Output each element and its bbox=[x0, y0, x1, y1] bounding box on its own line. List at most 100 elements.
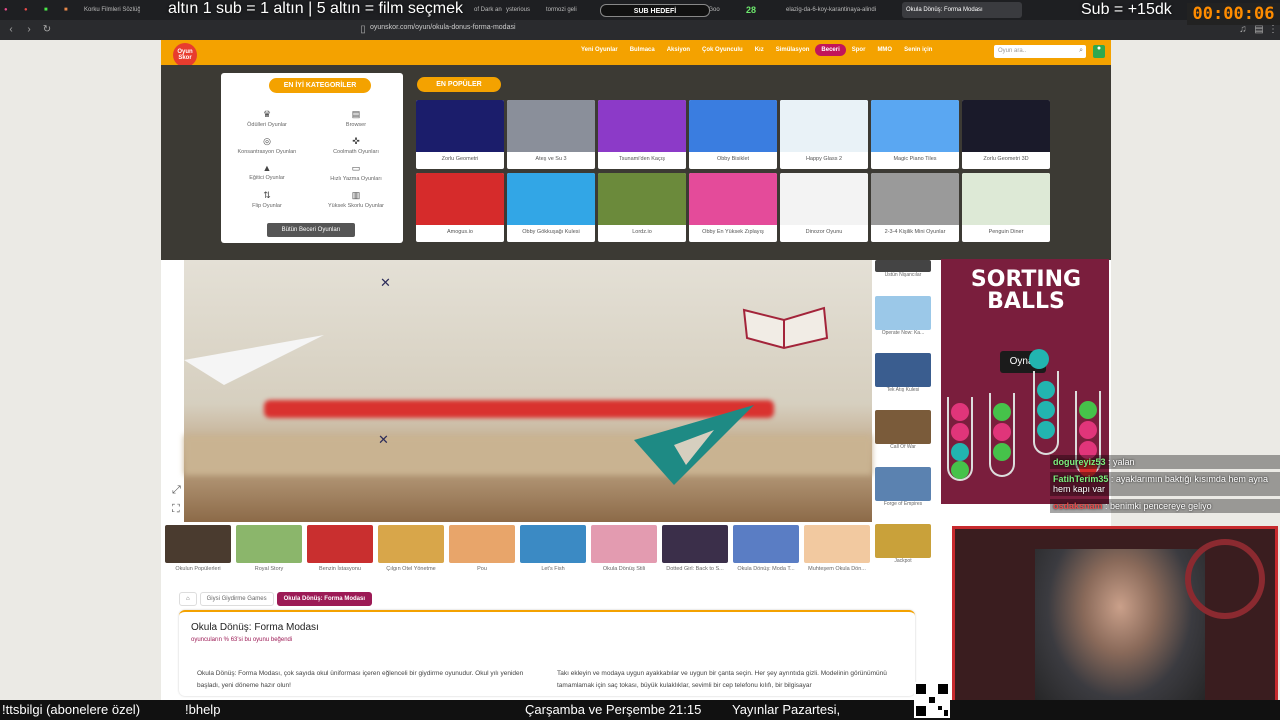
category-item[interactable]: ⇅ Flip Oyunlar bbox=[227, 190, 307, 209]
chair-art bbox=[1185, 539, 1265, 619]
category-item[interactable]: ◎ Konsantrasyon Oyunları bbox=[227, 136, 307, 155]
ad-tube bbox=[947, 397, 973, 481]
stream-timer: 00:00:06 bbox=[1187, 3, 1280, 25]
category-item[interactable]: ▭ Hızlı Yazma Oyunları bbox=[316, 163, 396, 182]
popular-game-card[interactable]: Zorlu Geometri 3D bbox=[962, 100, 1050, 169]
all-skill-games-button[interactable]: Bütün Beceri Oyunları bbox=[267, 223, 355, 237]
address-field[interactable]: oyunskor.com/oyun/okula-donus-forma-moda… bbox=[370, 24, 516, 31]
menu-icon[interactable]: ⋮ bbox=[1266, 23, 1280, 37]
book-art bbox=[742, 306, 829, 350]
breadcrumb-category[interactable]: Giysi Giydirme Games bbox=[199, 592, 274, 606]
reload-icon[interactable]: ↻ bbox=[40, 23, 54, 37]
user-icon[interactable]: ● bbox=[1093, 45, 1105, 58]
category-item[interactable]: ▲ Eğitici Oyunlar bbox=[227, 163, 307, 181]
browser-tab[interactable]: of Dark and bbox=[470, 2, 502, 18]
popular-game-card[interactable]: Lordz.io bbox=[598, 173, 686, 242]
category-item[interactable]: ▥ Yüksek Skorlu Oyunlar bbox=[316, 190, 396, 209]
menu-item[interactable]: Bulmaca bbox=[624, 44, 661, 56]
menu-item[interactable]: Simülasyon bbox=[770, 44, 816, 56]
game-thumbnail bbox=[416, 173, 504, 225]
side-game-item[interactable]: Tek Atış Kulesi bbox=[875, 353, 931, 393]
popular-game-card[interactable]: Magic Piano Tiles bbox=[871, 100, 959, 169]
game-title: 2-3-4 Kişilik Mini Oyunlar bbox=[884, 229, 946, 235]
game-title: Dotted Girl: Back to S... bbox=[666, 566, 724, 572]
pinned-tab-icon[interactable]: ● bbox=[20, 2, 40, 18]
forward-icon[interactable]: › bbox=[22, 23, 36, 37]
popular-game-card[interactable]: Obby Bisiklet bbox=[689, 100, 777, 169]
extensions-icon[interactable]: ▤ bbox=[1252, 23, 1266, 37]
popular-game-card[interactable]: Obby Gökkuşağı Kulesi bbox=[507, 173, 595, 242]
side-game-item[interactable]: Call Of War bbox=[875, 410, 931, 450]
home-icon[interactable]: ⌂ bbox=[179, 592, 197, 606]
ad-title: SORTING BALLS bbox=[970, 267, 1082, 314]
game-thumbnail bbox=[871, 173, 959, 225]
popular-game-card[interactable]: Zorlu Geometri bbox=[416, 100, 504, 169]
back-icon[interactable]: ‹ bbox=[4, 23, 18, 37]
related-game-item[interactable]: Okula Dönüş Stili bbox=[591, 525, 657, 572]
game-title: Let's Fish bbox=[541, 566, 565, 572]
menu-item[interactable]: Çok Oyunculu bbox=[696, 44, 749, 56]
menu-item[interactable]: Spor bbox=[846, 44, 872, 56]
game-thumbnail bbox=[662, 525, 728, 563]
ticker-tts: !ttsbilgi (abonelere özel) bbox=[2, 702, 141, 717]
game-title: Benzin İstasyonu bbox=[319, 566, 361, 572]
menu-item[interactable]: Senin için bbox=[898, 44, 938, 56]
pinned-tab-icon[interactable]: ● bbox=[0, 2, 20, 18]
category-item[interactable]: ✜ Coolmath Oyunları bbox=[316, 136, 396, 155]
side-game-item[interactable]: Forge of Empires bbox=[875, 467, 931, 507]
game-title: Zorlu Geometri bbox=[441, 156, 479, 162]
fullscreen-icon[interactable]: ⤢ bbox=[172, 484, 181, 497]
popular-game-card[interactable]: Ateş ve Su 3 bbox=[507, 100, 595, 169]
ad-ball bbox=[1037, 381, 1055, 399]
browser-tab-active[interactable]: Okula Dönüş: Forma Modası bbox=[902, 2, 1022, 18]
related-game-item[interactable]: Pou bbox=[449, 525, 515, 572]
side-game-item[interactable]: Üstün Nişancılar bbox=[875, 260, 931, 278]
related-game-item[interactable]: Muhteşem Okula Dön... bbox=[804, 525, 870, 572]
search-input[interactable]: Oyun ara.. ⌕ bbox=[994, 45, 1086, 58]
side-game-item[interactable]: Operate Now: Ka... bbox=[875, 296, 931, 336]
popular-title: EN POPÜLER bbox=[417, 77, 501, 92]
sub-goal-bar: SUB HEDEFİ bbox=[600, 4, 710, 17]
category-item[interactable]: ▤ Browser bbox=[316, 109, 396, 128]
browser-tab[interactable]: elazig-da-6-koy-karantinaya-alindi bbox=[782, 2, 902, 18]
popular-game-card[interactable]: Dinozor Oyunu bbox=[780, 173, 868, 242]
ad-tube bbox=[989, 393, 1015, 477]
related-game-item[interactable]: Benzin İstasyonu bbox=[307, 525, 373, 572]
search-icon[interactable]: ⌕ bbox=[1079, 47, 1083, 55]
music-icon[interactable]: ♫ bbox=[1236, 23, 1250, 37]
game-thumbnail bbox=[689, 100, 777, 152]
menu-item[interactable]: Kız bbox=[749, 44, 770, 56]
rating-text: oyuncuların % 63'si bu oyunu beğendi bbox=[191, 637, 293, 643]
game-thumbnail bbox=[416, 100, 504, 152]
ticker-help: !bhelp bbox=[185, 702, 221, 717]
popular-game-card[interactable]: Tsunami'den Kaçış bbox=[598, 100, 686, 169]
game-thumbnail bbox=[962, 173, 1050, 225]
side-game-thumb bbox=[875, 410, 931, 444]
popular-game-card[interactable]: Amogus.io bbox=[416, 173, 504, 242]
popular-game-card[interactable]: Obby En Yüksek Zıplayış bbox=[689, 173, 777, 242]
site-logo[interactable]: Oyun Skor bbox=[173, 43, 197, 67]
bookmark-icon[interactable]: ▯ bbox=[356, 23, 370, 37]
browser-tab[interactable]: ysterious bbox=[502, 2, 542, 18]
menu-item-active[interactable]: Beceri bbox=[815, 44, 846, 56]
popular-game-card[interactable]: Penguin Diner bbox=[962, 173, 1050, 242]
browser-tab[interactable]: Korku Filmleri Sözlüğü bbox=[80, 2, 140, 18]
game-thumbnail bbox=[780, 100, 868, 152]
popular-game-card[interactable]: 2-3-4 Kişilik Mini Oyunlar bbox=[871, 173, 959, 242]
popular-game-card[interactable]: Happy Glass 2 bbox=[780, 100, 868, 169]
menu-item[interactable]: Yeni Oyunlar bbox=[575, 44, 624, 56]
expand-icon[interactable]: ⛶ bbox=[172, 503, 180, 516]
related-game-item[interactable]: Okulun Popülerleri bbox=[165, 525, 231, 572]
category-item[interactable]: ♛ Ödülleri Oyunlar bbox=[227, 109, 307, 128]
related-game-item[interactable]: Let's Fish bbox=[520, 525, 586, 572]
related-game-item[interactable]: Royal Story bbox=[236, 525, 302, 572]
menu-item[interactable]: Aksiyon bbox=[661, 44, 696, 56]
menu-item[interactable]: MMO bbox=[871, 44, 898, 56]
related-game-item[interactable]: Okula Dönüş: Moda T... bbox=[733, 525, 799, 572]
pinned-tab-icon[interactable]: ■ bbox=[60, 2, 80, 18]
main-menu: Yeni Oyunlar Bulmaca Aksiyon Çok Oyuncul… bbox=[575, 44, 938, 56]
game-canvas[interactable]: ✕ ✕ ⤢ ⛶ bbox=[172, 260, 872, 522]
related-game-item[interactable]: Çılgın Otel Yönetme bbox=[378, 525, 444, 572]
pinned-tab-icon[interactable]: ■ bbox=[40, 2, 60, 18]
related-game-item[interactable]: Dotted Girl: Back to S... bbox=[662, 525, 728, 572]
